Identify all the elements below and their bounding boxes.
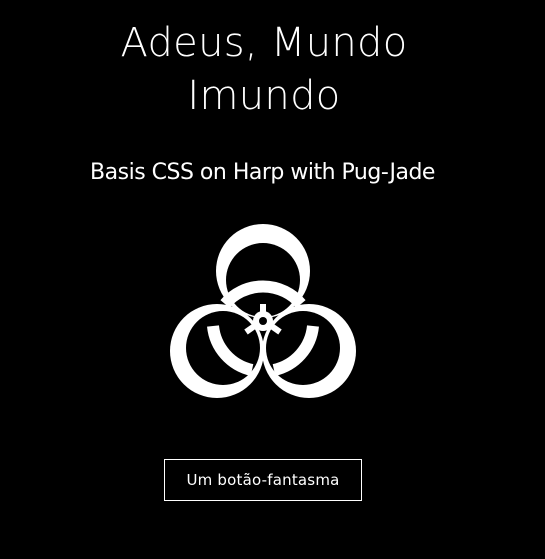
page-subtitle: Basis CSS on Harp with Pug-Jade <box>90 160 435 185</box>
page: Adeus, Mundo Imundo Basis CSS on Harp wi… <box>0 0 545 559</box>
ghost-button[interactable]: Um botão-fantasma <box>164 459 362 501</box>
page-title-line-2: Imundo <box>187 73 341 119</box>
biohazard-icon <box>170 224 356 398</box>
page-title-line-1: Adeus, Mundo <box>120 20 408 66</box>
